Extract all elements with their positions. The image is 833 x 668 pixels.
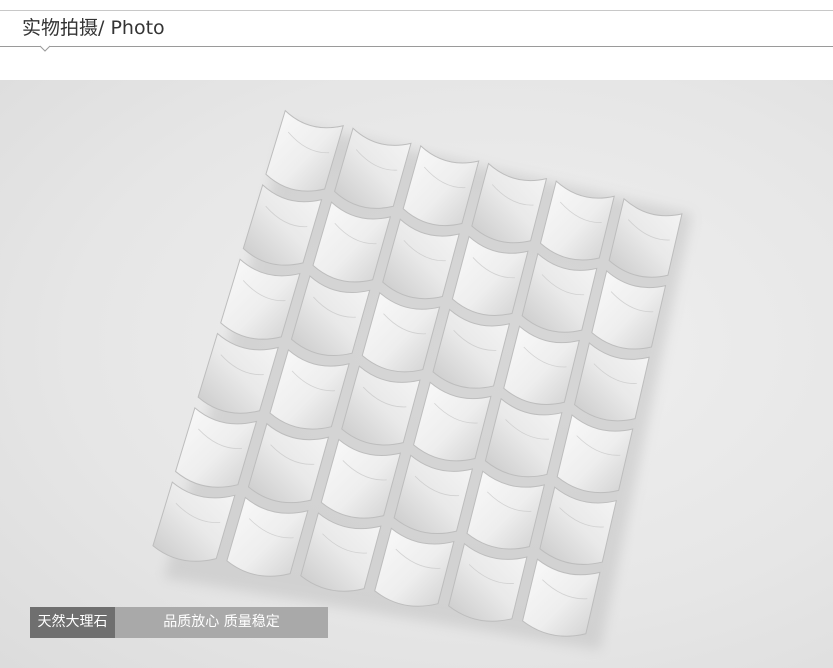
material-label: 天然大理石: [30, 607, 115, 638]
section-header: 实物拍摄/ Photo: [0, 0, 833, 80]
chevron-down-icon: [40, 45, 50, 52]
section-title: 实物拍摄/ Photo: [22, 17, 165, 39]
product-photo: [0, 80, 833, 668]
quality-slogan: 品质放心 质量稳定: [115, 607, 328, 638]
header-top-rule: [0, 10, 833, 11]
caption-bar: 天然大理石 品质放心 质量稳定: [30, 607, 328, 638]
marble-mosaic-image: [152, 109, 692, 650]
header-bottom-rule: [0, 46, 833, 47]
